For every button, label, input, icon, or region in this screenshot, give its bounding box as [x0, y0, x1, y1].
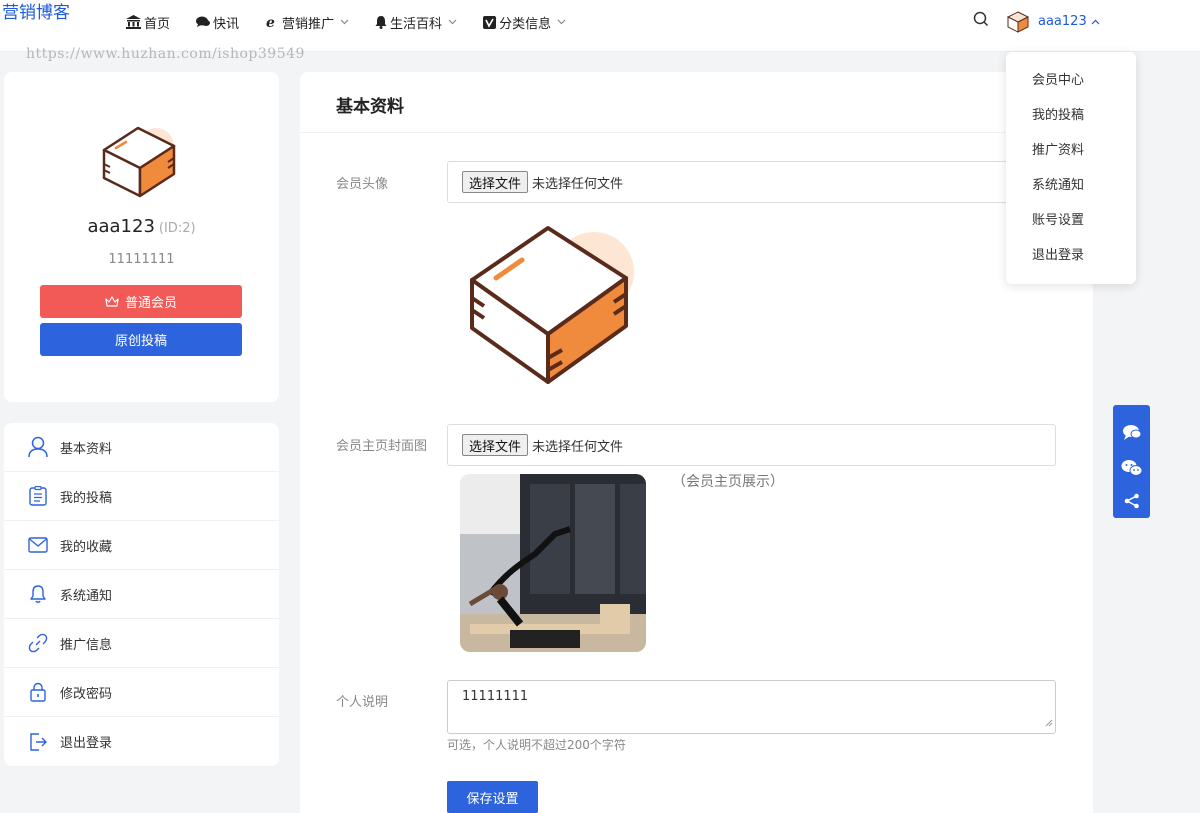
document-list-icon	[26, 486, 50, 506]
dropdown-item-account-settings[interactable]: 账号设置	[1006, 203, 1136, 238]
share-icon[interactable]	[1124, 484, 1140, 517]
lock-icon	[26, 682, 50, 702]
nav-label: 生活百科	[390, 16, 443, 32]
username-text: aaa123	[1038, 14, 1087, 29]
file-status: 未选择任何文件	[532, 176, 624, 192]
header-avatar[interactable]	[1006, 10, 1030, 38]
bell-icon	[375, 15, 387, 29]
save-settings-button[interactable]: 保存设置	[447, 781, 538, 813]
member-level-button[interactable]: 普通会员	[40, 285, 242, 318]
file-status: 未选择任何文件	[532, 439, 624, 455]
sidebar-item-promotion[interactable]: 推广信息	[4, 619, 279, 668]
watermark-url: https://www.huzhan.com/ishop39549	[26, 46, 305, 62]
chevron-down-icon	[340, 19, 349, 25]
bio-value: 11111111	[462, 689, 529, 704]
profile-avatar	[102, 124, 178, 204]
original-post-button[interactable]: 原创投稿	[40, 323, 242, 356]
nav-label: 快讯	[213, 16, 240, 32]
avatar-file-input[interactable]: 选择文件 未选择任何文件	[447, 161, 1056, 203]
sidebar-item-label: 推广信息	[60, 637, 113, 653]
choose-file-button[interactable]: 选择文件	[462, 171, 529, 193]
sidebar-menu: 基本资料 我的投稿 我的收藏 系统通知 推广信息 修改密码 退出登录	[4, 423, 279, 766]
chevron-down-icon	[557, 19, 566, 25]
sidebar-item-label: 基本资料	[60, 441, 113, 457]
sidebar-item-label: 系统通知	[60, 588, 113, 604]
sidebar-item-password[interactable]: 修改密码	[4, 668, 279, 717]
dropdown-item-logout[interactable]: 退出登录	[1006, 238, 1136, 273]
user-dropdown-menu: 会员中心 我的投稿 推广资料 系统通知 账号设置 退出登录	[1006, 52, 1136, 284]
sidebar-item-favorites[interactable]: 我的收藏	[4, 521, 279, 570]
chat-icon	[196, 16, 211, 28]
avatar-label: 会员头像	[336, 177, 389, 192]
cover-photo	[460, 474, 646, 652]
nav-label: 分类信息	[499, 16, 552, 32]
header-username[interactable]: aaa123	[1038, 14, 1100, 29]
cover-caption: （会员主页展示）	[672, 474, 784, 490]
cover-label: 会员主页封面图	[336, 439, 428, 454]
profile-name: aaa123 (ID:2)	[4, 216, 279, 237]
sidebar-item-label: 我的投稿	[60, 490, 113, 506]
site-logo[interactable]: 营销博客	[2, 4, 82, 22]
user-icon	[26, 436, 50, 458]
sidebar-item-label: 修改密码	[60, 686, 113, 702]
dropdown-item-promotion[interactable]: 推广资料	[1006, 133, 1136, 168]
resize-handle-icon[interactable]	[1045, 716, 1053, 731]
member-level-label: 普通会员	[124, 296, 177, 311]
nav-item-home[interactable]: 首页	[126, 13, 170, 32]
nav-item-life[interactable]: 生活百科	[375, 13, 457, 32]
dropdown-item-member-center[interactable]: 会员中心	[1006, 63, 1136, 98]
sidebar-item-profile[interactable]: 基本资料	[4, 423, 279, 472]
chevron-up-icon	[1091, 19, 1100, 25]
nav-label: 首页	[144, 16, 171, 32]
divider	[300, 132, 1093, 133]
logout-icon	[26, 732, 50, 752]
floating-share-bar	[1113, 405, 1150, 518]
main-nav: 首页 快讯 e 营销推广 生活百科 分类信息	[126, 0, 592, 44]
nav-item-marketing[interactable]: e 营销推广	[265, 13, 349, 32]
sidebar-item-notifications[interactable]: 系统通知	[4, 570, 279, 619]
link-icon	[26, 633, 50, 653]
page-title: 基本资料	[336, 97, 404, 117]
crown-icon	[105, 295, 119, 308]
wechat-icon[interactable]	[1121, 451, 1143, 484]
avatar-preview	[466, 222, 638, 390]
nav-item-classifieds[interactable]: 分类信息	[483, 13, 566, 32]
sidebar-item-label: 我的收藏	[60, 539, 113, 555]
bio-textarea[interactable]: 11111111	[447, 680, 1056, 734]
choose-file-button[interactable]: 选择文件	[462, 434, 529, 456]
ie-icon: e	[265, 15, 279, 29]
bio-hint: 可选，个人说明不超过200个字符	[447, 738, 626, 752]
comment-icon[interactable]	[1122, 414, 1142, 451]
dropdown-item-my-posts[interactable]: 我的投稿	[1006, 98, 1136, 133]
bank-icon	[126, 15, 141, 29]
sidebar-item-label: 退出登录	[60, 736, 113, 751]
bell-outline-icon	[26, 584, 50, 604]
envelope-icon	[26, 537, 50, 553]
profile-username: aaa123	[87, 216, 155, 237]
profile-card: aaa123 (ID:2) 11111111 普通会员 原创投稿	[4, 72, 279, 402]
cover-file-input[interactable]: 选择文件 未选择任何文件	[447, 424, 1056, 466]
nav-label: 营销推广	[282, 16, 335, 32]
profile-settings-panel: 基本资料 会员头像 选择文件 未选择任何文件 会员主页封面图 选择文件 未选择任…	[300, 72, 1093, 813]
chevron-down-icon	[448, 19, 457, 25]
nav-item-news[interactable]: 快讯	[196, 13, 239, 32]
sidebar-item-my-posts[interactable]: 我的投稿	[4, 472, 279, 521]
bio-label: 个人说明	[336, 695, 389, 710]
dropdown-item-notifications[interactable]: 系统通知	[1006, 168, 1136, 203]
svg-text:e: e	[266, 15, 275, 29]
top-header: 营销博客 首页 快讯 e 营销推广 生活百科 分类信息 aaa123	[0, 0, 1200, 52]
profile-id: (ID:2)	[158, 221, 196, 236]
sidebar-item-logout[interactable]: 退出登录	[4, 717, 279, 766]
vimeo-icon	[483, 15, 497, 29]
profile-signature: 11111111	[108, 252, 175, 267]
search-icon[interactable]	[973, 11, 989, 31]
